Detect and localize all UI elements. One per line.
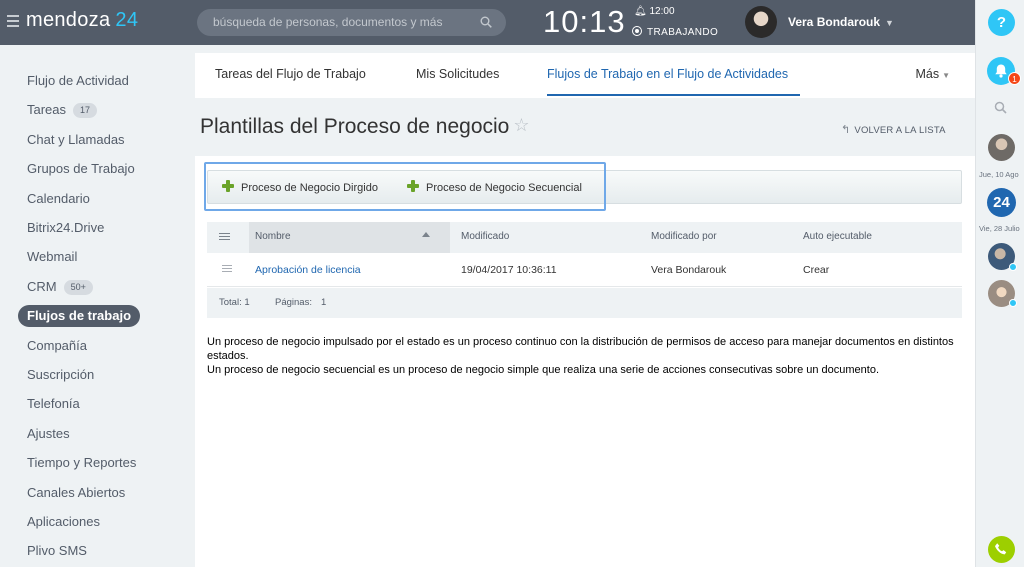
description-text: Un proceso de negocio impulsado por el e…: [207, 335, 957, 377]
content-panel: Proceso de Negocio Dirgido Proceso de Ne…: [195, 156, 975, 567]
hamburger-menu-icon[interactable]: [7, 15, 19, 27]
work-status[interactable]: TRABAJANDO: [632, 26, 718, 38]
sidebar-item-label: Telefonía: [27, 396, 80, 412]
tab-workflow-tasks[interactable]: Tareas del Flujo de Trabajo: [215, 67, 366, 81]
column-header-autorun[interactable]: Auto ejecutable: [803, 231, 872, 242]
phone-icon: [995, 543, 1007, 555]
cell-modified: 19/04/2017 10:36:11: [461, 264, 557, 276]
column-header-modified-by[interactable]: Modificado por: [651, 231, 717, 242]
date-separator: Vie, 28 Julio: [979, 224, 1020, 233]
sidebar-item-label: Calendario: [27, 190, 90, 206]
counter-badge: 50+: [63, 279, 93, 295]
sidebar-item-webmail[interactable]: Webmail: [18, 246, 86, 268]
record-icon: [632, 26, 642, 36]
sidebar-item-ajustes[interactable]: Ajustes: [18, 423, 79, 445]
call-button[interactable]: [988, 536, 1015, 563]
sidebar-item-telefonia[interactable]: Telefonía: [18, 393, 89, 415]
sidebar-item-label: Compañía: [27, 337, 87, 353]
sidebar-item-label: Grupos de Trabajo: [27, 161, 135, 177]
sidebar-item-tiempo-y-reportes[interactable]: Tiempo y Reportes: [18, 452, 145, 474]
sidebar-item-label: CRM: [27, 278, 57, 294]
tab-my-requests[interactable]: Mis Solicitudes: [416, 67, 499, 81]
sidebar-item-label: Bitrix24.Drive: [27, 220, 105, 235]
sidebar-item-label: Chat y Llamadas: [27, 131, 125, 147]
description-line: Un proceso de negocio impulsado por el e…: [207, 336, 954, 362]
cell-modified-by: Vera Bondarouk: [651, 264, 727, 276]
grid-footer: Total: 1 Páginas: 1: [207, 288, 962, 318]
page-title: Plantillas del Proceso de negocio ☆: [200, 115, 530, 138]
help-button[interactable]: ?: [988, 9, 1015, 36]
page-number[interactable]: 1: [321, 297, 326, 308]
total-count: Total: 1: [219, 297, 250, 308]
left-menu: Flujo de Actividad Tareas 17 Chat y Llamada…: [0, 45, 195, 567]
sidebar-item-crm[interactable]: CRM 50+: [18, 276, 102, 298]
sidebar-item-label: Aplicaciones: [27, 514, 100, 529]
bell-icon: [995, 64, 1007, 78]
tab-activity-stream-workflows[interactable]: Flujos de Trabajo en el Flujo de Activid…: [547, 67, 788, 81]
sidebar-item-plivo-sms[interactable]: Plivo SMS: [18, 540, 96, 562]
description-line: Un proceso de negocio secuencial es un p…: [207, 364, 880, 376]
star-icon[interactable]: ☆: [513, 115, 529, 135]
bitrix24-chat-avatar[interactable]: 24: [987, 188, 1016, 217]
sidebar-item-label: Flujos de trabajo: [27, 308, 132, 324]
return-arrow-icon: ↰: [841, 124, 851, 136]
date-separator: Jue, 10 Ago: [979, 170, 1019, 179]
grid-header: Nombre Modificado Modificado por Auto ej…: [207, 222, 962, 253]
cell-autorun: Crear: [803, 264, 830, 276]
table-row: Aprobación de licencia 19/04/2017 10:36:…: [207, 253, 962, 287]
back-to-list-link[interactable]: ↰ VOLVER A LA LISTA: [841, 123, 946, 136]
sort-asc-icon[interactable]: [422, 232, 430, 237]
column-header-modified[interactable]: Modificado: [461, 231, 509, 242]
sidebar-item-flujo-de-actividad[interactable]: Flujo de Actividad: [18, 70, 138, 92]
sidebar-item-compania[interactable]: Compañía: [18, 335, 96, 357]
sidebar-item-canales-abiertos[interactable]: Canales Abiertos: [18, 482, 134, 504]
bell-small-icon: 🔔︎: [634, 6, 647, 17]
sidebar-item-flujos-de-trabajo[interactable]: Flujos de trabajo: [18, 305, 141, 328]
recent-chat-avatar[interactable]: [988, 134, 1015, 161]
search-icon[interactable]: [994, 101, 1007, 114]
search-input[interactable]: [213, 15, 473, 29]
sidebar-item-suscripcion[interactable]: Suscripción: [18, 364, 103, 386]
sidebar-item-grupos-de-trabajo[interactable]: Grupos de Trabajo: [18, 158, 144, 180]
search-icon[interactable]: [480, 16, 492, 28]
sidebar-item-label: Canales Abiertos: [27, 484, 126, 500]
tabs-bar: Tareas del Flujo de Trabajo Mis Solicitu…: [195, 53, 975, 98]
pages-label: Páginas:: [275, 297, 312, 308]
caret-down-icon: ▼: [942, 71, 950, 80]
sidebar-item-tareas[interactable]: Tareas 17: [18, 99, 106, 121]
user-menu[interactable]: Vera Bondarouk ▼: [788, 15, 894, 29]
sidebar-item-chat-y-llamadas[interactable]: Chat y Llamadas: [18, 129, 134, 151]
logo[interactable]: mendoza 24: [26, 9, 138, 32]
alarm-time: 🔔︎ 12:00: [634, 6, 675, 17]
sidebar-item-label: Ajustes: [27, 425, 70, 441]
top-bar: mendoza24 10:13 🔔︎ 12:00 TRABAJANDO Vera…: [0, 0, 975, 45]
sidebar-item-bitrix24-drive[interactable]: Bitrix24.Drive: [18, 217, 113, 239]
main-content: Tareas del Flujo de Trabajo Mis Solicitu…: [195, 45, 975, 567]
highlight-frame: [204, 162, 606, 211]
sidebar-item-label: Flujo de Actividad: [27, 73, 129, 88]
column-header-name[interactable]: Nombre: [255, 231, 291, 242]
clock[interactable]: 10:13: [543, 4, 626, 40]
sidebar-item-calendario[interactable]: Calendario: [18, 188, 99, 210]
user-avatar[interactable]: [745, 6, 777, 38]
search-box[interactable]: [197, 9, 506, 36]
notifications-count-badge: 1: [1008, 72, 1021, 85]
templates-grid: Nombre Modificado Modificado por Auto ej…: [207, 222, 962, 318]
grid-settings-icon[interactable]: [219, 233, 230, 242]
sidebar-item-label: Tiempo y Reportes: [27, 455, 137, 471]
online-status-icon: [1009, 263, 1017, 271]
more-menu[interactable]: Más ▼: [915, 67, 950, 81]
sidebar-item-label: Plivo SMS: [27, 543, 87, 559]
active-tab-indicator: [547, 94, 800, 96]
counter-badge: 17: [73, 103, 98, 119]
template-name-link[interactable]: Aprobación de licencia: [255, 264, 361, 276]
sidebar-item-label: Webmail: [27, 249, 78, 265]
online-status-icon: [1009, 299, 1017, 307]
row-menu-icon[interactable]: [222, 265, 232, 274]
sidebar-item-label: Tareas: [27, 102, 67, 118]
sidebar-item-label: Suscripción: [27, 367, 95, 382]
right-panel: ? 1 Jue, 10 Ago 24 Vie, 28 Julio: [975, 0, 1024, 567]
caret-down-icon: ▼: [885, 18, 894, 28]
sidebar-item-aplicaciones[interactable]: Aplicaciones: [18, 511, 109, 533]
